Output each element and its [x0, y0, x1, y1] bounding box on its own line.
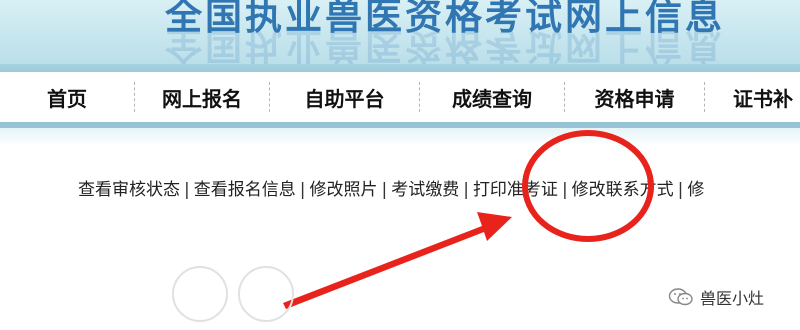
link-view-review-status[interactable]: 查看审核状态	[78, 180, 180, 200]
wechat-icon	[668, 288, 693, 306]
nav-item-certificate-reissue[interactable]: 证书补	[705, 82, 800, 112]
nav-item-qualification-application[interactable]: 资格申请	[565, 82, 705, 112]
separator: |	[463, 180, 469, 200]
watermark-seal	[238, 266, 294, 322]
main-nav: 首页 网上报名 自助平台 成绩查询 资格申请 证书补	[0, 72, 800, 128]
nav-item-score-query[interactable]: 成绩查询	[420, 82, 565, 112]
banner-stripe	[0, 64, 800, 72]
watermark-seal	[172, 266, 228, 322]
link-change-contact-info[interactable]: 修改联系方式	[572, 180, 674, 200]
nav-item-online-registration[interactable]: 网上报名	[135, 82, 270, 112]
link-view-registration-info[interactable]: 查看报名信息	[194, 180, 296, 200]
wechat-account-tag: 兽医小灶	[668, 285, 764, 309]
separator: |	[677, 180, 684, 200]
link-more-truncated[interactable]: 修	[687, 180, 704, 200]
account-name: 兽医小灶	[700, 289, 765, 308]
link-exam-payment[interactable]: 考试缴费	[391, 180, 459, 200]
pointer-arrow	[283, 212, 512, 309]
link-print-admission-ticket[interactable]: 打印准考证	[473, 180, 558, 200]
site-banner: 全国执业兽医资格考试网上信息 全国执业兽医资格考试网上信息	[0, 0, 800, 72]
nav-item-home[interactable]: 首页	[0, 82, 135, 112]
nav-item-self-service[interactable]: 自助平台	[270, 82, 420, 112]
separator: |	[184, 180, 190, 200]
sublinks-row: 查看审核状态 | 查看报名信息 | 修改照片 | 考试缴费 | 打印准考证 | 修改联系方式 | 修	[78, 175, 704, 200]
nav-shadow-band	[0, 128, 800, 146]
separator: |	[561, 180, 568, 200]
separator: |	[381, 180, 388, 200]
link-change-photo[interactable]: 修改照片	[309, 180, 377, 200]
separator: |	[299, 180, 306, 200]
